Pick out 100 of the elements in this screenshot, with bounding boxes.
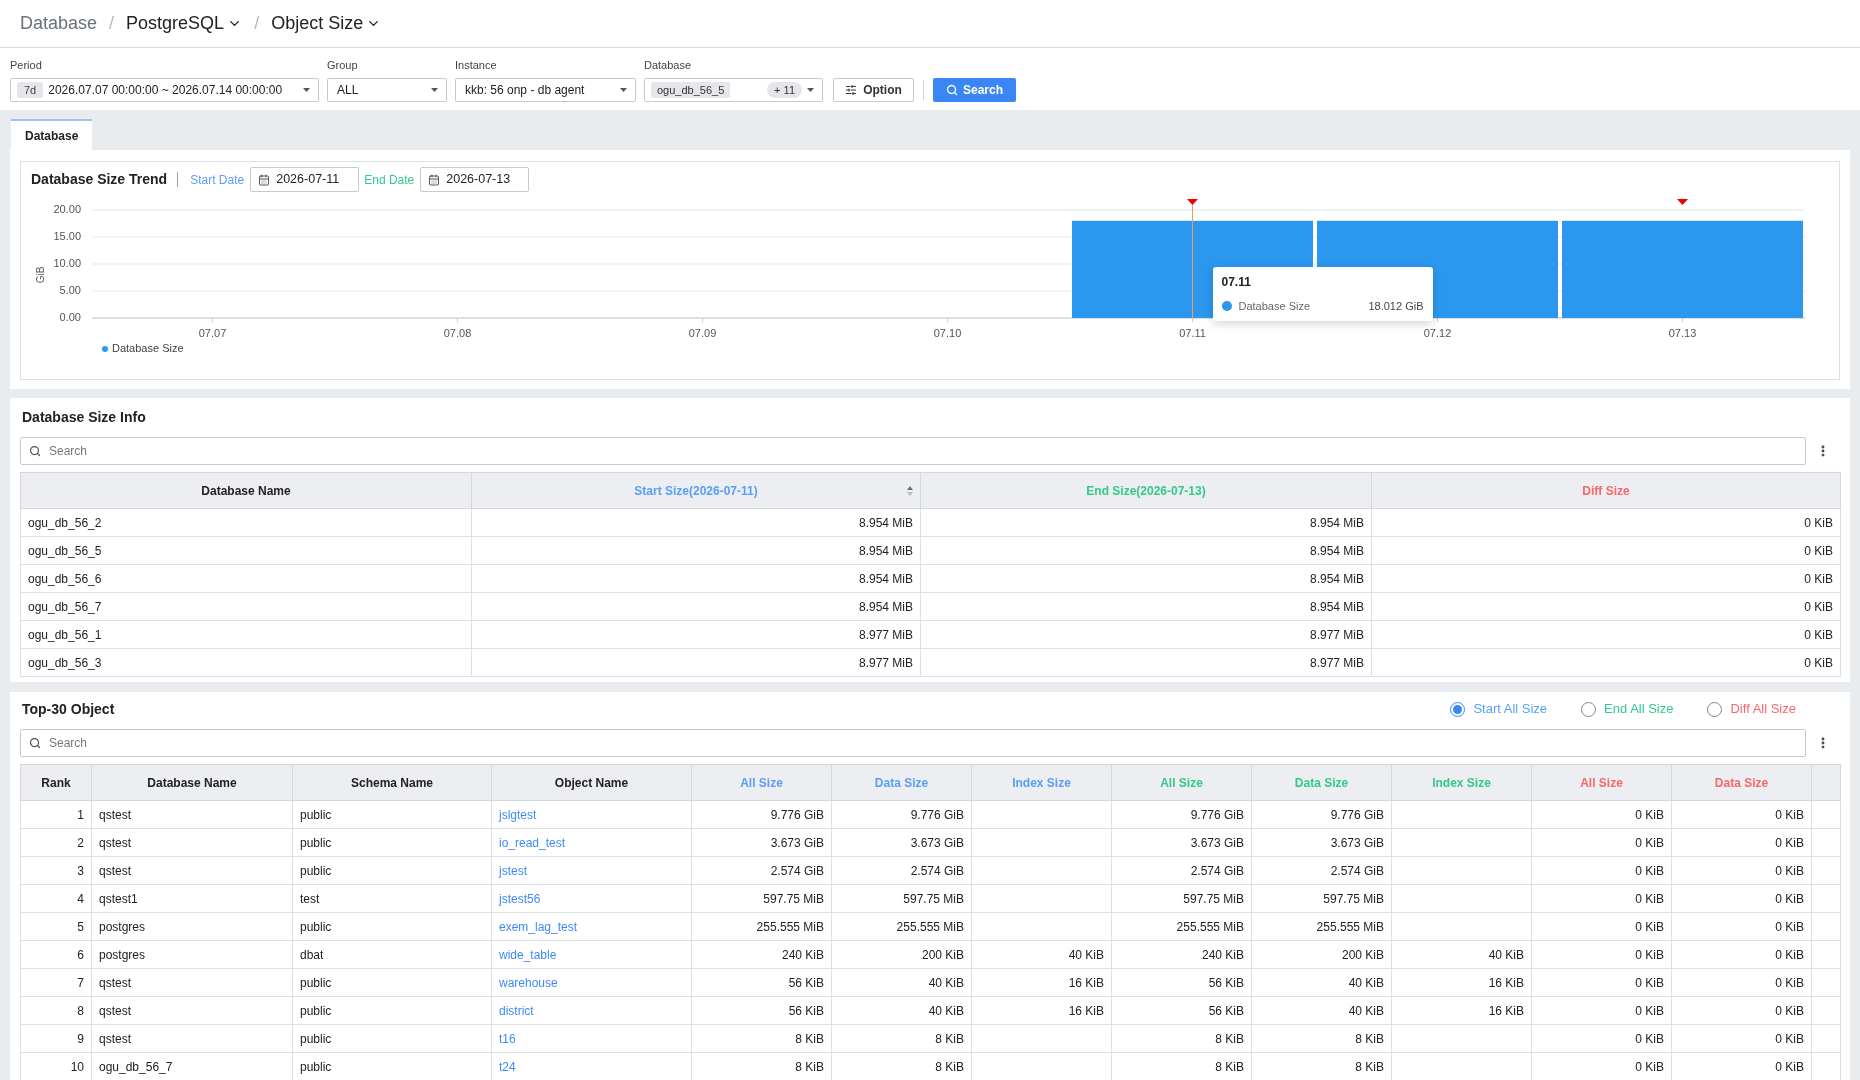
table-cell: public — [292, 996, 492, 1025]
x-axis-tick-label: 07.09 — [688, 326, 717, 339]
radio-label: Diff All Size — [1730, 700, 1796, 719]
column-header: End Size(2026-07-13) — [1086, 482, 1206, 500]
table-cell: 0 KiB — [1671, 884, 1812, 913]
table-cell: 8 KiB — [1251, 1024, 1392, 1053]
object-link[interactable]: warehouse — [499, 975, 558, 990]
select-dropdown[interactable]: kkb: 56 onp - db agent — [455, 78, 636, 102]
table-cell: 40 KiB — [831, 996, 972, 1025]
table-cell: 0 KiB — [1371, 592, 1841, 621]
caret-down-icon — [303, 88, 310, 92]
table-cell: qstest — [91, 968, 293, 997]
table-cell: 40 KiB — [1251, 968, 1392, 997]
search-field[interactable]: Search — [20, 437, 1806, 465]
column-header: Data Size — [1714, 774, 1769, 792]
table-cell: 8.977 MiB — [471, 620, 921, 649]
object-link[interactable]: jstest — [499, 863, 527, 878]
x-axis-tick-label: 07.10 — [933, 326, 962, 339]
table-cell: 9 — [20, 1024, 92, 1053]
table-cell: ogu_db_56_2 — [20, 508, 472, 537]
object-link[interactable]: jstest56 — [499, 891, 541, 906]
table-cell: 1 — [20, 800, 92, 829]
search-button[interactable]: Search — [933, 78, 1016, 102]
object-link[interactable]: io_read_test — [499, 835, 566, 850]
table-cell: 40 KiB — [971, 940, 1112, 969]
breadcrumb-link[interactable]: Database — [20, 10, 98, 37]
date-field[interactable]: 2026-07-11 — [250, 167, 360, 192]
object-link[interactable]: wide_table — [499, 947, 557, 962]
caret-down-icon — [807, 88, 814, 92]
table-cell: 7 — [20, 968, 92, 997]
table-cell: 0 KiB — [1531, 828, 1672, 857]
table-cell: 0 KiB — [1671, 996, 1812, 1025]
search-icon — [946, 84, 958, 96]
table-cell: 8.954 MiB — [471, 564, 921, 593]
tooltip-title: 07.11 — [1221, 275, 1252, 289]
table-cell: 10 — [20, 1052, 92, 1080]
table-cell: 0 KiB — [1531, 912, 1672, 941]
table-cell: 0 KiB — [1371, 648, 1841, 677]
date-field[interactable]: 2026-07-13 — [420, 167, 530, 192]
table-cell: 0 KiB — [1671, 1024, 1812, 1053]
table-cell: ogu_db_56_7 — [20, 592, 472, 621]
table-cell: 0 KiB — [1671, 940, 1812, 969]
table-cell: 200 KiB — [831, 940, 972, 969]
tooltip-series-label: Database Size — [1238, 299, 1312, 313]
radio-button[interactable] — [1450, 701, 1466, 717]
table-cell: 9.776 GiB — [691, 800, 832, 829]
table-cell: 2 — [20, 828, 92, 857]
table-cell: 3 — [20, 856, 92, 885]
date-label: Start Date — [190, 171, 245, 189]
object-link[interactable]: exem_lag_test — [499, 919, 578, 934]
table-cell: qstest — [91, 1024, 293, 1053]
table-cell: 8.954 MiB — [471, 508, 921, 537]
table-cell: 5 — [20, 912, 92, 941]
object-link[interactable]: district — [499, 1003, 534, 1018]
option-button[interactable]: Option — [833, 78, 914, 102]
multi-select-dropdown[interactable]: ogu_db_56_5 + 11 — [644, 78, 823, 102]
select-dropdown[interactable]: ALL — [327, 78, 447, 102]
table-cell: 16 KiB — [1391, 996, 1532, 1025]
tab[interactable]: Database — [11, 119, 93, 150]
table-cell: 0 KiB — [1671, 856, 1812, 885]
table-cell: 8.977 MiB — [920, 648, 1372, 677]
object-link[interactable]: t24 — [499, 1059, 516, 1074]
count-badge: + 11 — [767, 82, 802, 98]
object-link[interactable]: jslgtest — [499, 807, 537, 822]
table-cell: 2.574 GiB — [1111, 856, 1252, 885]
x-axis-tick-label: 07.08 — [443, 326, 472, 339]
search-field[interactable]: Search — [20, 729, 1806, 757]
table-cell: 8 KiB — [691, 1024, 832, 1053]
table-cell: 8 KiB — [1111, 1024, 1252, 1053]
table-cell: 597.75 MiB — [1111, 884, 1252, 913]
x-axis-tick-label: 07.13 — [1668, 326, 1697, 339]
column-header: All Size — [1580, 774, 1623, 792]
table-cell: ogu_db_56_1 — [20, 620, 472, 649]
table-cell: dbat — [292, 940, 492, 969]
table-cell: 0 KiB — [1531, 1024, 1672, 1053]
triangle-marker-icon — [1187, 199, 1198, 205]
period-dropdown[interactable]: 7d 2026.07.07 00:00:00 ~ 2026.07.14 00:00:00 — [10, 78, 319, 102]
table-cell: 40 KiB — [1251, 996, 1392, 1025]
table-cell: 0 KiB — [1671, 800, 1812, 829]
radio-button[interactable] — [1707, 701, 1723, 717]
table-cell: 8.977 MiB — [471, 648, 921, 677]
table-cell: public — [292, 912, 492, 941]
y-axis-title: GiB — [34, 266, 46, 284]
table-cell: public — [292, 828, 492, 857]
breadcrumb-dropdown[interactable]: PostgreSQL — [126, 10, 243, 37]
table-cell: 56 KiB — [691, 968, 832, 997]
table-cell: 16 KiB — [971, 996, 1112, 1025]
radio-button[interactable] — [1581, 701, 1597, 717]
object-link[interactable]: t16 — [499, 1031, 516, 1046]
breadcrumb-dropdown[interactable]: Object Size — [271, 10, 382, 37]
x-axis-tick-label: 07.11 — [1179, 326, 1206, 339]
table-cell: test — [292, 884, 492, 913]
table-cell: 8.954 MiB — [471, 536, 921, 565]
table-cell: qstest — [91, 800, 293, 829]
table-cell: 240 KiB — [691, 940, 832, 969]
period-badge: 7d — [17, 82, 44, 98]
sort-icon[interactable] — [907, 485, 913, 496]
table-cell: qstest — [91, 996, 293, 1025]
y-axis-tick-label: 0.00 — [59, 310, 81, 323]
table-cell: 40 KiB — [831, 968, 972, 997]
